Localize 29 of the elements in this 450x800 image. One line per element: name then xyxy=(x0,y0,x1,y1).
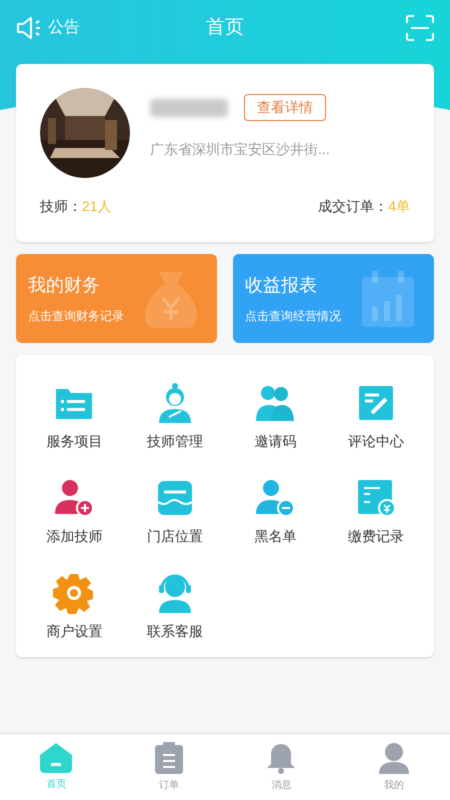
menu-item[interactable]: 门店位置 xyxy=(146,526,203,547)
menu-item[interactable]: 服务项目 xyxy=(46,431,102,452)
banner-subtitle: 点击查询经营情况 xyxy=(245,308,341,325)
technician-count: 技师：21人 xyxy=(40,197,112,216)
tab-label: 首页 xyxy=(46,778,66,792)
clipboard-icon xyxy=(154,742,183,774)
money-bag-icon xyxy=(145,270,197,328)
menu-item[interactable]: 技师管理 xyxy=(146,431,203,452)
order-count: 成交订单：4单 xyxy=(318,197,410,216)
menu-item[interactable]: 邀请码 xyxy=(254,431,296,452)
home-icon xyxy=(40,742,72,772)
tab-label: 订单 xyxy=(158,778,179,792)
page-title: 首页 xyxy=(205,16,245,40)
banner-title: 收益报表 xyxy=(245,274,318,297)
menu-item[interactable]: 黑名单 xyxy=(254,526,296,547)
bell-icon xyxy=(266,742,296,774)
banner-subtitle: 点击查询财务记录 xyxy=(28,308,124,325)
menu-item[interactable]: 联系客服 xyxy=(146,621,203,642)
store-address: 广东省深圳市宝安区沙井街... xyxy=(150,140,330,159)
scan-icon[interactable] xyxy=(406,15,434,41)
menu-item[interactable]: 缴费记录 xyxy=(348,526,404,547)
menu-item[interactable]: 商户设置 xyxy=(46,621,102,642)
banner-title: 我的财务 xyxy=(28,274,101,297)
user-icon xyxy=(378,742,409,774)
menu-item[interactable]: 添加技师 xyxy=(46,526,102,547)
tab-label: 我的 xyxy=(384,778,404,792)
calendar-chart-icon xyxy=(362,270,414,326)
tab-label: 消息 xyxy=(271,778,292,792)
menu-item[interactable]: 评论中心 xyxy=(348,431,404,452)
